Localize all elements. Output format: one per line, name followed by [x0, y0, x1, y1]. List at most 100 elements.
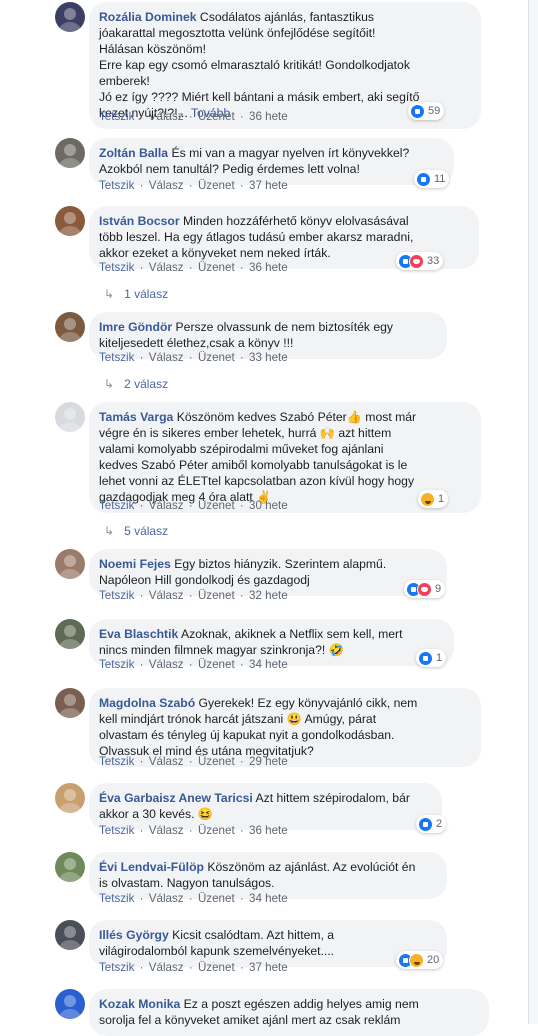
like-button[interactable]: Tetszik: [99, 589, 134, 602]
view-replies-link[interactable]: ↳ 1 válasz: [104, 287, 168, 301]
comment-text-line: akkor ezeket a könyveket nem neked írták…: [99, 246, 331, 260]
reactions-badge[interactable]: 33: [396, 252, 444, 270]
reply-button[interactable]: Válasz: [149, 499, 184, 512]
avatar[interactable]: [55, 402, 85, 432]
reactions-badge[interactable]: 1: [416, 649, 447, 667]
commenter-name[interactable]: Zoltán Balla: [99, 146, 168, 160]
timestamp[interactable]: 34 hete: [249, 892, 288, 905]
message-button[interactable]: Üzenet: [198, 351, 235, 364]
comment-text-line: Erre kap egy csomó elmarasztaló kritikát…: [99, 58, 410, 72]
separator: ·: [239, 589, 244, 602]
scrollbar[interactable]: [529, 0, 538, 1024]
reactions-badge[interactable]: 20: [396, 951, 444, 969]
message-button[interactable]: Üzenet: [198, 261, 235, 274]
reaction-count: 9: [435, 583, 442, 595]
timestamp[interactable]: 36 hete: [249, 110, 288, 123]
avatar[interactable]: [55, 688, 85, 718]
timestamp[interactable]: 36 hete: [249, 261, 288, 274]
like-button[interactable]: Tetszik: [99, 110, 134, 123]
message-button[interactable]: Üzenet: [198, 658, 235, 671]
view-replies-link[interactable]: ↳ 5 válasz: [104, 524, 168, 538]
avatar[interactable]: [55, 549, 85, 579]
commenter-name[interactable]: Noemi Fejes: [99, 557, 171, 571]
avatar[interactable]: [55, 619, 85, 649]
like-button[interactable]: Tetszik: [99, 824, 134, 837]
like-button[interactable]: Tetszik: [99, 892, 134, 905]
commenter-name[interactable]: Rozália Dominek: [99, 10, 197, 24]
like-button[interactable]: Tetszik: [99, 961, 134, 974]
reply-button[interactable]: Válasz: [149, 961, 184, 974]
commenter-name[interactable]: Éva Garbaisz Anew Taricsi: [99, 791, 253, 805]
message-button[interactable]: Üzenet: [198, 179, 235, 192]
message-button[interactable]: Üzenet: [198, 892, 235, 905]
comment-actions: Tetszik · Válasz · Üzenet · 30 hete: [99, 499, 288, 512]
reactions-badge[interactable]: 59: [408, 102, 445, 120]
avatar[interactable]: [55, 783, 85, 813]
separator: ·: [188, 658, 193, 671]
timestamp[interactable]: 30 hete: [249, 499, 288, 512]
reply-button[interactable]: Válasz: [149, 351, 184, 364]
comment-actions: Tetszik · Válasz · Üzenet · 36 hete: [99, 824, 288, 837]
avatar[interactable]: [55, 138, 85, 168]
timestamp[interactable]: 32 hete: [249, 589, 288, 602]
separator: ·: [188, 892, 193, 905]
separator: ·: [188, 589, 193, 602]
commenter-name[interactable]: Magdolna Szabó: [99, 696, 195, 710]
replies-count-label: 2 válasz: [124, 377, 169, 391]
commenter-name[interactable]: Imre Göndör: [99, 320, 172, 334]
like-reaction-icon: [410, 103, 425, 119]
separator: ·: [239, 658, 244, 671]
message-button[interactable]: Üzenet: [198, 499, 235, 512]
reactions-badge[interactable]: 9: [404, 580, 446, 598]
commenter-name[interactable]: Illés György: [99, 928, 169, 942]
reply-button[interactable]: Válasz: [149, 261, 184, 274]
timestamp[interactable]: 37 hete: [249, 961, 288, 974]
comment-text-line: világirodalomból kapunk szemelvényeket..…: [99, 944, 335, 958]
like-reaction-icon: [418, 816, 433, 832]
message-button[interactable]: Üzenet: [198, 755, 235, 768]
like-button[interactable]: Tetszik: [99, 351, 134, 364]
view-replies-link[interactable]: ↳ 2 válasz: [104, 377, 168, 391]
message-button[interactable]: Üzenet: [198, 589, 235, 602]
avatar[interactable]: [55, 852, 85, 882]
reactions-badge[interactable]: 1: [418, 490, 449, 508]
like-button[interactable]: Tetszik: [99, 179, 134, 192]
timestamp[interactable]: 33 hete: [249, 351, 288, 364]
reply-button[interactable]: Válasz: [149, 658, 184, 671]
commenter-name[interactable]: Kozak Monika: [99, 997, 180, 1011]
avatar[interactable]: [55, 920, 85, 950]
separator: ·: [239, 351, 244, 364]
reply-button[interactable]: Válasz: [149, 179, 184, 192]
separator: ·: [239, 179, 244, 192]
like-button[interactable]: Tetszik: [99, 499, 134, 512]
timestamp[interactable]: 34 hete: [249, 658, 288, 671]
reactions-badge[interactable]: 11: [414, 170, 450, 188]
timestamp[interactable]: 36 hete: [249, 824, 288, 837]
reply-button[interactable]: Válasz: [149, 755, 184, 768]
reply-button[interactable]: Válasz: [149, 824, 184, 837]
commenter-name[interactable]: István Bocsor: [99, 214, 180, 228]
reactions-badge[interactable]: 2: [416, 815, 447, 833]
separator: ·: [139, 589, 144, 602]
like-button[interactable]: Tetszik: [99, 261, 134, 274]
commenter-name[interactable]: Eva Blaschtik: [99, 627, 178, 641]
reply-button[interactable]: Válasz: [149, 589, 184, 602]
reply-button[interactable]: Válasz: [149, 110, 184, 123]
avatar[interactable]: [55, 312, 85, 342]
commenter-name[interactable]: Évi Lendvai-Fülöp: [99, 860, 204, 874]
like-button[interactable]: Tetszik: [99, 658, 134, 671]
haha-reaction-icon: [409, 952, 424, 968]
message-button[interactable]: Üzenet: [198, 961, 235, 974]
reply-button[interactable]: Válasz: [149, 892, 184, 905]
message-button[interactable]: Üzenet: [198, 824, 235, 837]
timestamp[interactable]: 29 hete: [249, 755, 288, 768]
message-button[interactable]: Üzenet: [198, 110, 235, 123]
avatar[interactable]: [55, 206, 85, 236]
avatar[interactable]: [55, 2, 85, 32]
comment-text-line: Jó ez így ???? Miért kell bántani a mási…: [99, 90, 420, 104]
commenter-name[interactable]: Tamás Varga: [99, 410, 173, 424]
timestamp[interactable]: 37 hete: [249, 179, 288, 192]
like-button[interactable]: Tetszik: [99, 755, 134, 768]
avatar[interactable]: [55, 989, 85, 1019]
reaction-count: 20: [427, 954, 440, 966]
